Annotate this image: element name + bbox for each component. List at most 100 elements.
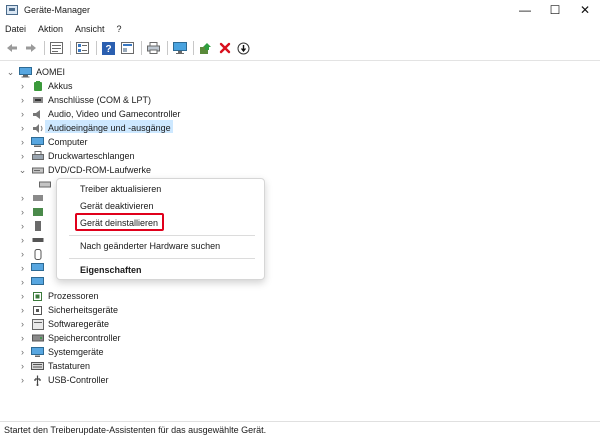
- toolbar-separator: [70, 41, 71, 55]
- tree-node-hidden-6[interactable]: ›: [18, 261, 48, 275]
- properties-icon[interactable]: [48, 40, 65, 57]
- maximize-button[interactable]: ☐: [540, 0, 570, 20]
- tree-node-audioeingaenge[interactable]: › Audioeingänge und -ausgänge: [18, 121, 171, 135]
- usb-icon: [31, 375, 44, 386]
- computer-root-icon: [19, 66, 32, 78]
- tree-node-anschluesse[interactable]: › Anschlüsse (COM & LPT): [18, 93, 151, 107]
- device-view-icon[interactable]: [119, 40, 136, 57]
- menu-aktion[interactable]: Aktion: [32, 24, 69, 34]
- chevron-right-icon[interactable]: ›: [18, 319, 27, 329]
- update-driver-icon[interactable]: [235, 40, 252, 57]
- system-device-icon: [31, 346, 44, 358]
- chevron-right-icon[interactable]: ›: [18, 137, 27, 147]
- tree-node-hidden-4[interactable]: ›: [18, 233, 48, 247]
- chevron-right-icon[interactable]: ›: [18, 291, 27, 301]
- battery-icon: [31, 80, 44, 92]
- chevron-right-icon[interactable]: ›: [18, 361, 27, 371]
- toolbar-separator: [193, 41, 194, 55]
- chevron-right-icon[interactable]: ›: [18, 375, 27, 385]
- context-menu: Treiber aktualisieren Gerät deaktivieren…: [56, 178, 265, 280]
- tree-root-label: AOMEI: [36, 67, 66, 77]
- tree-node-hidden-7[interactable]: ›: [18, 275, 48, 289]
- tree-node-usb-controller[interactable]: › USB-Controller: [18, 373, 109, 387]
- processor-icon: [31, 291, 44, 302]
- window-controls: — ☐ ✕: [510, 0, 600, 20]
- menu-datei[interactable]: Datei: [0, 24, 32, 34]
- dvd-child-icon: [38, 179, 51, 190]
- toolbar-separator: [44, 41, 45, 55]
- context-properties[interactable]: Eigenschaften: [80, 265, 142, 275]
- title-bar: Geräte-Manager — ☐ ✕: [0, 0, 600, 20]
- svg-text:?: ?: [105, 44, 111, 55]
- chevron-right-icon[interactable]: ›: [18, 347, 27, 357]
- menu-ansicht[interactable]: Ansicht: [69, 24, 111, 34]
- storage-controller-icon: [31, 333, 44, 344]
- chevron-right-icon[interactable]: ›: [18, 193, 27, 203]
- toolbar-separator: [167, 41, 168, 55]
- hidden-icon-4: [31, 235, 44, 246]
- port-icon: [31, 95, 44, 106]
- minimize-button[interactable]: —: [510, 0, 540, 20]
- chevron-right-icon[interactable]: ›: [18, 249, 27, 259]
- computer-icon: [31, 136, 44, 148]
- close-button[interactable]: ✕: [570, 0, 600, 20]
- tree-node-hidden-3[interactable]: ›: [18, 219, 48, 233]
- chevron-right-icon[interactable]: ›: [18, 81, 27, 91]
- hidden-icon-7: [31, 276, 44, 288]
- software-device-icon: [31, 318, 44, 330]
- toolbar-separator: [96, 41, 97, 55]
- enable-device-icon[interactable]: [197, 40, 214, 57]
- tree-node-akkus[interactable]: › Akkus: [18, 79, 73, 93]
- back-arrow-icon[interactable]: [3, 40, 20, 57]
- menu-help[interactable]: ?: [111, 24, 128, 34]
- hidden-icon-6: [31, 262, 44, 274]
- printer-icon: [31, 150, 44, 162]
- chevron-right-icon[interactable]: ›: [18, 333, 27, 343]
- chevron-right-icon[interactable]: ›: [18, 109, 27, 119]
- chevron-right-icon[interactable]: ›: [18, 305, 27, 315]
- status-bar: Startet den Treiberupdate-Assistenten fü…: [0, 421, 600, 438]
- tree-node-hidden-5[interactable]: ›: [18, 247, 48, 261]
- chevron-right-icon[interactable]: ›: [18, 235, 27, 245]
- tree-node-dvd-laufwerke[interactable]: ⌄ DVD/CD-ROM-Laufwerke: [18, 163, 151, 177]
- chevron-down-icon[interactable]: ⌄: [6, 67, 15, 78]
- tree-node-softwaregeraete[interactable]: › Softwaregeräte: [18, 317, 109, 331]
- tree-node-computer[interactable]: › Computer: [18, 135, 88, 149]
- help-icon[interactable]: ?: [100, 40, 117, 57]
- context-update-driver[interactable]: Treiber aktualisieren: [80, 184, 161, 194]
- tree-node-druckwarteschlangen[interactable]: › Druckwarteschlangen: [18, 149, 135, 163]
- hidden-icon-1: [31, 193, 44, 204]
- tree-node-prozessoren[interactable]: › Prozessoren: [18, 289, 99, 303]
- chevron-right-icon[interactable]: ›: [18, 221, 27, 231]
- chevron-down-icon[interactable]: ⌄: [18, 165, 27, 176]
- speaker-icon: [31, 109, 44, 120]
- tree-node-dvd-device[interactable]: [34, 177, 55, 191]
- tree-node-hidden-2[interactable]: ›: [18, 205, 48, 219]
- chevron-right-icon[interactable]: ›: [18, 123, 27, 133]
- toolbar-separator: [141, 41, 142, 55]
- tree-node-audio-video[interactable]: › Audio, Video und Gamecontroller: [18, 107, 180, 121]
- tree-node-tastaturen[interactable]: › Tastaturen: [18, 359, 90, 373]
- tree-node-hidden-1[interactable]: ›: [18, 191, 48, 205]
- chevron-right-icon[interactable]: ›: [18, 207, 27, 217]
- print-icon[interactable]: [145, 40, 162, 57]
- chevron-right-icon[interactable]: ›: [18, 151, 27, 161]
- tree-node-systemgeraete[interactable]: › Systemgeräte: [18, 345, 104, 359]
- hidden-icon-5: [31, 248, 44, 260]
- forward-arrow-icon[interactable]: [22, 40, 39, 57]
- context-scan-hardware[interactable]: Nach geänderter Hardware suchen: [80, 241, 220, 251]
- toolbar: ?: [0, 38, 600, 58]
- context-separator: [69, 235, 255, 236]
- scan-hardware-icon[interactable]: [171, 40, 188, 57]
- uninstall-device-icon[interactable]: [216, 40, 233, 57]
- chevron-right-icon[interactable]: ›: [18, 95, 27, 105]
- chevron-right-icon[interactable]: ›: [18, 263, 27, 273]
- hidden-icon-3: [31, 221, 44, 232]
- tree-node-speichercontroller[interactable]: › Speichercontroller: [18, 331, 121, 345]
- context-disable-device[interactable]: Gerät deaktivieren: [80, 201, 154, 211]
- list-view-icon[interactable]: [74, 40, 91, 57]
- chevron-right-icon[interactable]: ›: [18, 277, 27, 287]
- window-title: Geräte-Manager: [24, 5, 91, 15]
- tree-node-sicherheitsgeraete[interactable]: › Sicherheitsgeräte: [18, 303, 118, 317]
- tree-root[interactable]: ⌄ AOMEI: [6, 65, 65, 79]
